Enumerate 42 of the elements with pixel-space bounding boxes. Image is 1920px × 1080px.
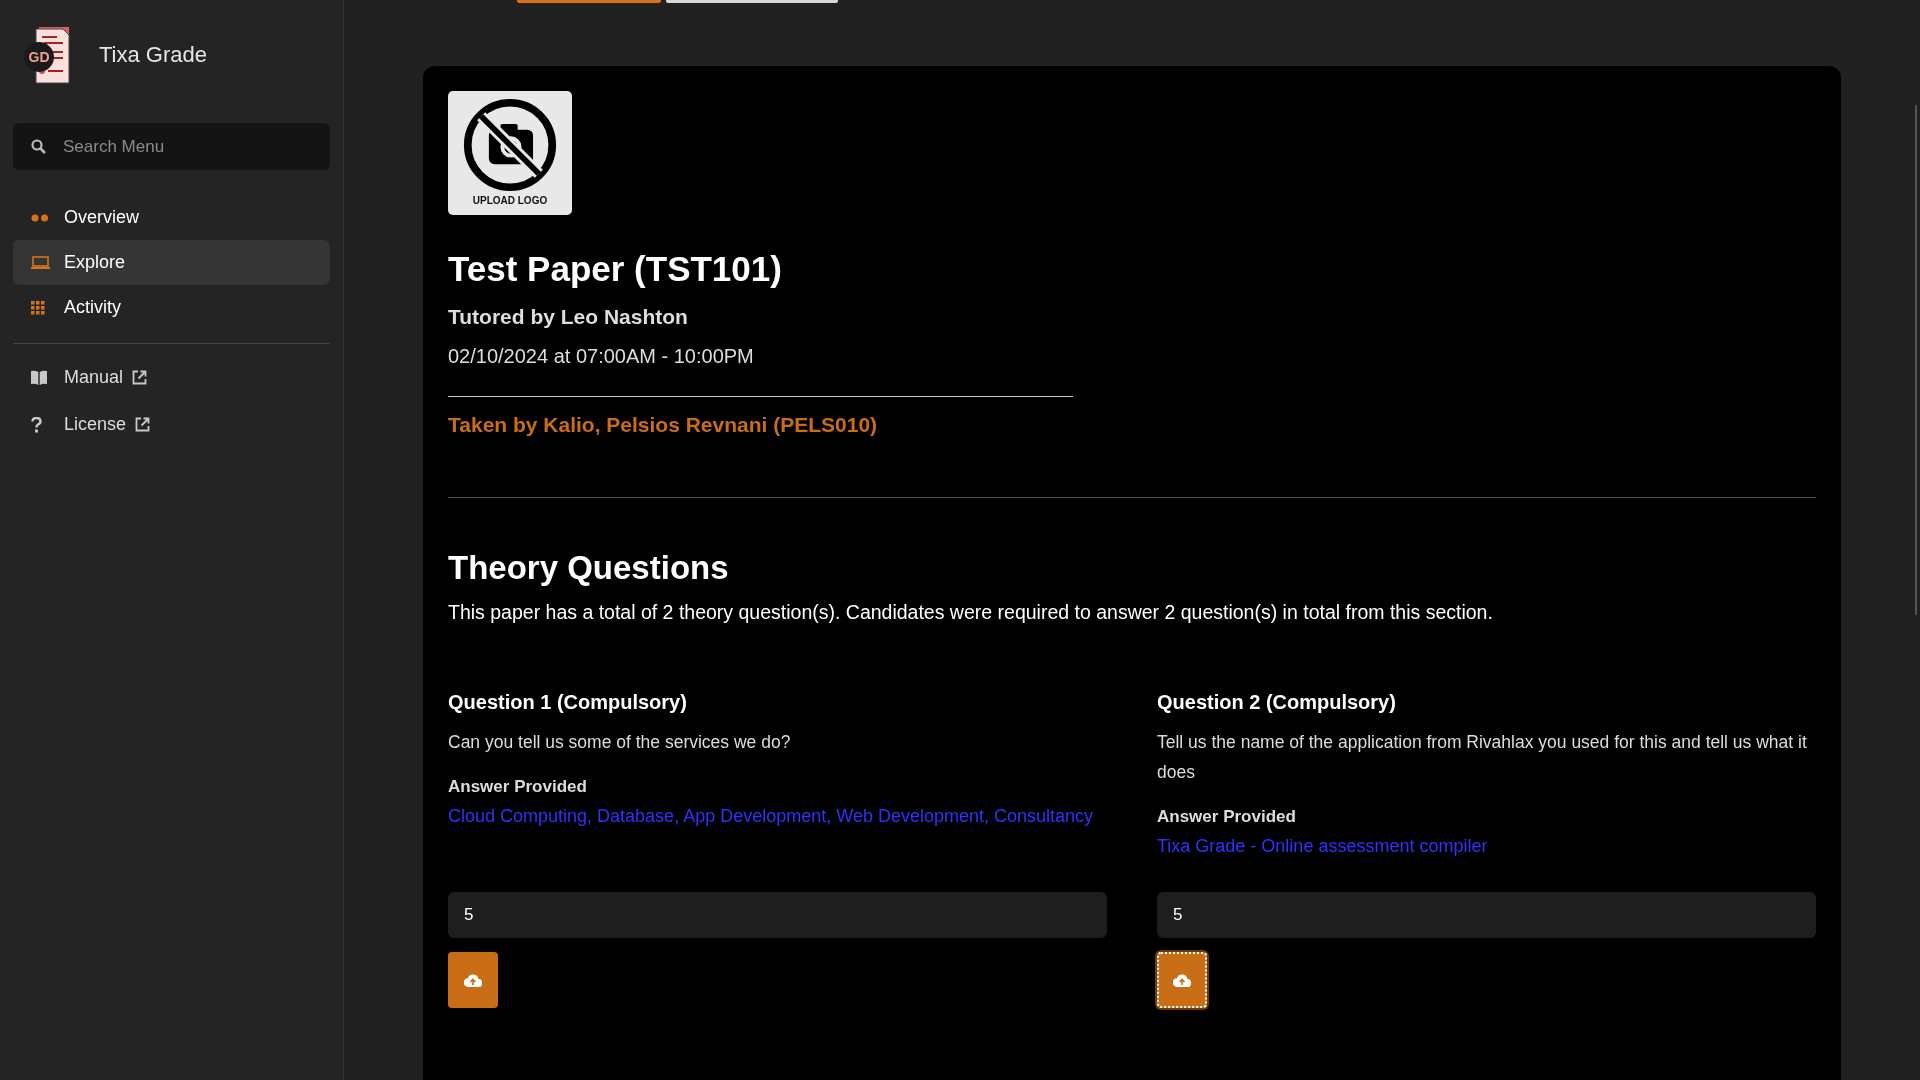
schedule-text: 02/10/2024 at 07:00AM - 10:00PM [448,345,754,368]
logo-placeholder[interactable]: UPLOAD LOGO [448,91,572,215]
answer-label: Answer Provided [448,777,587,797]
no-camera-icon [462,97,558,193]
external-link-icon [135,417,151,432]
question-title: Question 1 (Compulsory) [448,691,687,714]
nav-item[interactable]: Overview [13,195,330,240]
logo-badge: GD [24,42,54,72]
app-name: Tixa Grade [99,42,207,68]
answer-text: Tixa Grade - Online assessment compiler [1157,835,1489,858]
score-field[interactable]: 5 [448,892,1107,938]
answer-text: Cloud Computing, Database, App Development, Web Development, Consultancy [448,805,1095,828]
section-description: This paper has a total of 2 theory question(s). Candidates were required to answer 2 question(s) in total from this section. [448,601,1494,624]
sidebar-link[interactable]: Manual [64,367,124,388]
candidate-name: Taken by Kalio, Pelsios Revnani (PELS010) [448,413,878,437]
question-icon [31,416,42,433]
book-icon [31,370,47,385]
external-link-icon [132,370,148,385]
nav-item[interactable]: Explore [13,240,330,285]
cloud-upload-icon [464,973,482,987]
dots-icon [31,213,49,222]
nav-item[interactable]: Activity [13,285,330,330]
search-field[interactable]: Search Menu [13,123,330,170]
question-title: Question 2 (Compulsory) [1157,691,1396,714]
paper-title: Test Paper (TST101) [448,248,782,290]
upload-button[interactable] [1157,952,1207,1008]
tutor-name: Tutored by Leo Nashton [448,305,688,329]
answer-label: Answer Provided [1157,807,1296,827]
cut-off-button[interactable] [666,0,838,3]
logo-caption: UPLOAD LOGO [472,195,548,206]
score-field[interactable]: 5 [1157,892,1816,938]
cloud-upload-icon [1173,973,1191,987]
laptop-icon [31,256,50,269]
upload-button[interactable] [448,952,498,1008]
search-icon [31,139,46,154]
grid-icon [31,300,45,315]
question-text: Can you tell us some of the services we do? [448,731,792,754]
question-text: Tell us the name of the application from Rivahlax you used for this and tell us what it does [1157,731,1808,784]
sidebar-link[interactable]: License [64,414,127,435]
section-title: Theory Questions [448,548,729,588]
cut-off-button[interactable] [517,0,661,3]
scrollbar-thumb[interactable] [1915,105,1917,615]
